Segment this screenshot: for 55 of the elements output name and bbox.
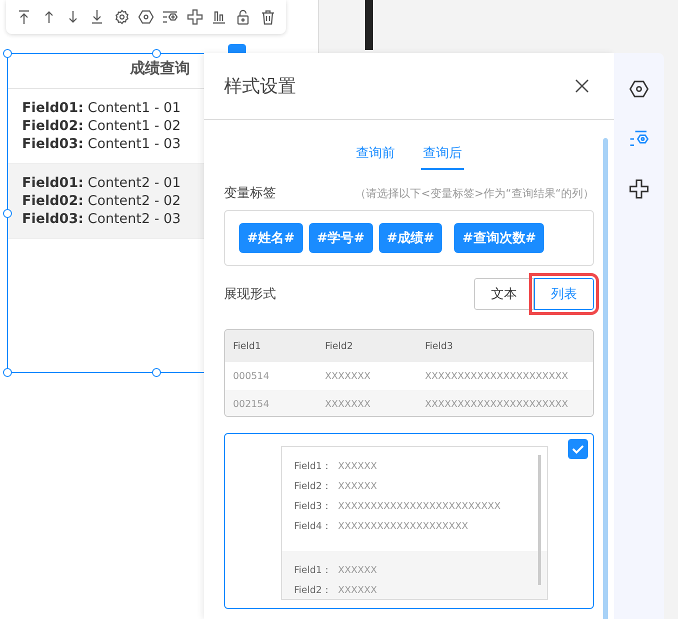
column-header: Field1 [233,340,262,352]
field-line: Field03: Content1 - 03 [22,135,182,153]
field-line: Field1： XXXXXX [294,564,378,578]
field-line: Field01: Content2 - 01 [22,174,182,192]
table-cell-text: XXXXXXXXXXXXXXXXXXXXXX [425,398,570,410]
field-line: Field2： XXXXXX [294,584,378,598]
resize-handle[interactable] [152,49,161,58]
cross-icon[interactable] [186,9,203,25]
table-cell-text: XXXXXXX [325,398,372,410]
field-line: Field01: Content1 - 01 [22,99,182,117]
scrollbar[interactable] [603,138,608,619]
scrollbar[interactable] [538,455,541,585]
display-option[interactable]: 文本 [474,278,534,310]
variable-tag[interactable]: #查询次数# [454,223,544,253]
field-line: Field02: Content1 - 02 [22,117,182,135]
close-icon[interactable] [575,79,589,93]
bar-chart-icon[interactable] [211,9,228,25]
hexagon-icon[interactable] [138,9,154,25]
field-line: Field02: Content2 - 02 [22,192,182,210]
table-cell-text: 000514 [233,370,270,382]
variable-tag[interactable]: #姓名# [239,223,303,253]
panel-title: 样式设置 [224,75,296,98]
resize-handle[interactable] [3,49,12,58]
style-option-card[interactable]: Field1 Field2 Field3 000514 XXXXXXX XXXXXXXXXXXXXXXXXXXXXX 002154 XXXXXXX XXXXXXXXXXXXXXXXXXXXXX [224,329,594,417]
cross-icon[interactable] [629,179,649,199]
field-line: Field1： XXXXXX [294,460,378,474]
variable-tag[interactable]: #成绩# [378,223,442,253]
resize-handle[interactable] [3,209,12,218]
tab[interactable]: 查询前 [354,140,397,170]
hexagon-icon[interactable] [629,79,649,99]
field-line: Field3： XXXXXXXXXXXXXXXXXXXXXXXXX [294,500,502,514]
list-settings-icon[interactable] [162,9,178,25]
section-label: 展现形式 [224,286,276,303]
checkbox[interactable] [568,439,588,459]
table-cell-text: XXXXXXX [325,370,372,382]
section-label: 变量标签 [224,185,276,202]
hint-text: （请选择以下<变量标签>作为“查询结果“的列） [355,186,594,200]
canvas-edge [365,0,373,50]
field-line: Field03: Content2 - 03 [22,210,182,228]
list-settings-icon[interactable] [629,129,649,149]
style-option-card[interactable]: Field1： XXXXXX Field2： XXXXXX Field3： XXXXXXXXXXXXXXXXXXXXXXXXX Field4： XXXXXXXXXXXXXXXXXXXX Field1： XXXXXX Field2： XXXXXX [224,433,594,609]
variable-tag[interactable]: #学号# [308,223,373,253]
add-handle[interactable] [228,44,246,53]
trash-icon[interactable] [260,9,276,25]
table-cell-text: 002154 [233,398,270,410]
table-cell-text: XXXXXXXXXXXXXXXXXXXXXX [425,370,570,382]
resize-handle[interactable] [152,368,161,377]
tab[interactable]: 查询后 [421,140,464,170]
column-header: Field3 [425,340,454,352]
field-line: Field2： XXXXXX [294,480,378,494]
field-line: Field4： XXXXXXXXXXXXXXXXXXXX [294,520,470,534]
column-header: Field2 [325,340,354,352]
unlock-icon[interactable] [235,9,252,25]
resize-handle[interactable] [3,368,12,377]
gear-icon[interactable] [114,9,130,25]
